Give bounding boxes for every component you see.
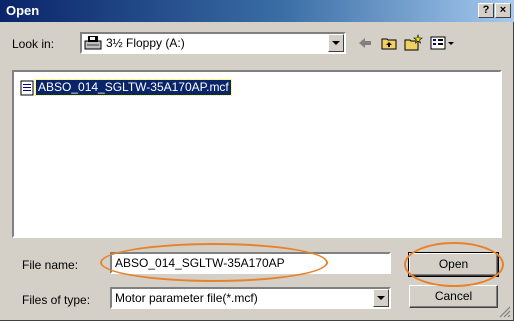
file-icon xyxy=(20,80,34,96)
help-button[interactable]: ? xyxy=(478,3,494,18)
view-menu-icon[interactable] xyxy=(429,33,455,53)
file-item-name: ABSO_014_SGLTW-35A170AP.mcf xyxy=(35,79,232,96)
open-dialog: Open ? × Look in: 3½ Floppy (A:) ABSO_01… xyxy=(0,0,514,321)
cancel-button[interactable]: Cancel xyxy=(409,285,498,308)
up-folder-icon[interactable] xyxy=(379,33,399,53)
close-button[interactable]: × xyxy=(495,3,511,18)
resize-grip-icon[interactable] xyxy=(499,306,511,318)
dialog-title: Open xyxy=(6,3,40,18)
file-type-value: Motor parameter file(*.mcf) xyxy=(115,291,258,305)
look-in-value: 3½ Floppy (A:) xyxy=(106,36,185,50)
file-type-dropdown-button[interactable] xyxy=(373,289,389,307)
file-type-combo[interactable]: Motor parameter file(*.mcf) xyxy=(110,287,391,309)
highlight-ellipse-file-name xyxy=(100,243,328,282)
look-in-dropdown-button[interactable] xyxy=(328,34,344,52)
file-type-label: Files of type: xyxy=(22,293,91,307)
file-list[interactable]: ABSO_014_SGLTW-35A170AP.mcf xyxy=(12,70,502,238)
look-in-combo[interactable]: 3½ Floppy (A:) xyxy=(80,32,346,54)
look-in-label: Look in: xyxy=(12,37,55,51)
title-bar[interactable]: Open ? × xyxy=(0,0,514,22)
new-folder-icon[interactable] xyxy=(403,33,423,53)
floppy-drive-icon xyxy=(84,36,102,50)
back-arrow-icon[interactable] xyxy=(355,33,375,53)
file-name-label: File name: xyxy=(22,258,79,272)
highlight-ellipse-open xyxy=(404,242,504,287)
